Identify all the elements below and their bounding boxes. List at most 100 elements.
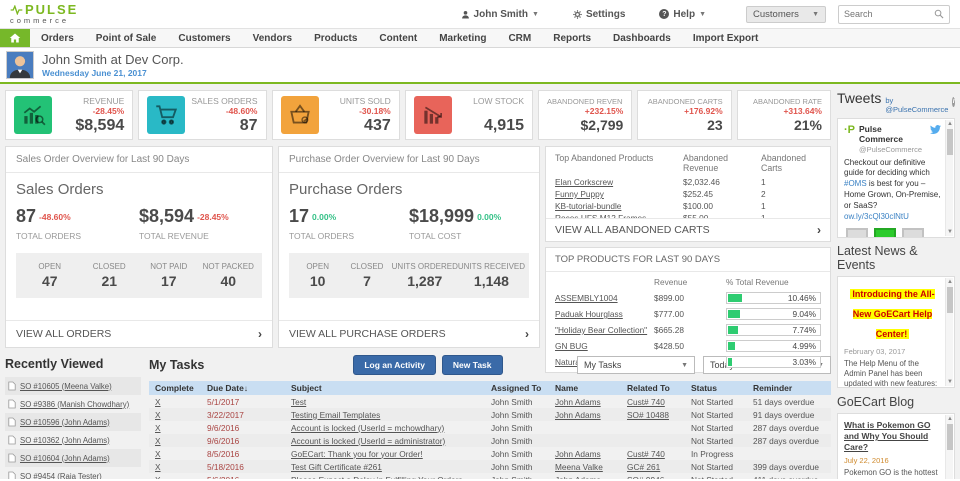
contact-name-link[interactable]: John Adams	[555, 397, 601, 407]
contact-name-link[interactable]: John Adams	[555, 475, 601, 480]
recently-viewed-link[interactable]: SO #10596 (John Adams)	[20, 418, 110, 427]
related-to-link[interactable]: GC# 261	[627, 462, 660, 472]
nav-home-tab[interactable]	[0, 29, 30, 47]
task-subject-link[interactable]: GoECart: Thank you for your Order!	[291, 449, 423, 459]
tweets-by-link[interactable]: by @PulseCommerce	[885, 96, 948, 114]
recently-viewed-item[interactable]: SO #10605 (Meena Valke)	[5, 377, 141, 395]
recently-viewed-item[interactable]: SO #10596 (John Adams)	[5, 413, 141, 431]
product-link[interactable]: KB-tutorial-bundle	[555, 201, 621, 211]
column-header-status[interactable]: Status	[685, 383, 747, 393]
related-to-link[interactable]: Cust# 740	[627, 449, 665, 459]
column-header-due-date[interactable]: Due Date↓	[201, 383, 285, 393]
view-all-orders-link[interactable]: VIEW ALL ORDERS ›	[6, 320, 272, 347]
task-subject-link[interactable]: Account is locked (UserId = administrato…	[291, 436, 445, 446]
recently-viewed-link[interactable]: SO #10362 (John Adams)	[20, 436, 110, 445]
nav-item[interactable]: CRM	[497, 33, 542, 44]
recently-viewed-item[interactable]: SO #10362 (John Adams)	[5, 431, 141, 449]
related-to-link[interactable]: SO# 10488	[627, 410, 669, 420]
scrollbar[interactable]: ▲▼	[945, 120, 953, 236]
complete-task-link[interactable]: X	[155, 449, 161, 459]
nav-item[interactable]: Point of Sale	[85, 33, 168, 44]
tweet-url-link[interactable]: ow.ly/3cQl30clNtU	[844, 212, 909, 221]
recently-viewed-link[interactable]: SO #9454 (Raja Tester)	[20, 472, 102, 480]
view-all-abandoned-carts-link[interactable]: VIEW ALL ABANDONED CARTS ›	[546, 218, 830, 241]
log-activity-button[interactable]: Log an Activity	[353, 355, 436, 375]
task-subject-link[interactable]: Testing Email Templates	[291, 410, 380, 420]
contact-name-link[interactable]: John Adams	[555, 410, 601, 420]
recently-viewed-link[interactable]: SO #9386 (Manish Chowdhary)	[20, 400, 129, 409]
scroll-down-icon[interactable]: ▼	[946, 228, 954, 236]
column-header-name[interactable]: Name	[549, 383, 621, 393]
recently-viewed-item[interactable]: SO #10604 (John Adams)	[5, 449, 141, 467]
main-nav: Orders Point of Sale Customers Vendors P…	[0, 28, 960, 48]
nav-item[interactable]: Dashboards	[602, 33, 682, 44]
product-link[interactable]: "Holiday Bear Collection"	[555, 325, 647, 335]
column-header-complete[interactable]: Complete	[149, 383, 201, 393]
recently-viewed-item[interactable]: SO #9386 (Manish Chowdhary)	[5, 395, 141, 413]
complete-task-link[interactable]: X	[155, 436, 161, 446]
related-to-link[interactable]: SO# 9946	[627, 475, 664, 480]
related-to-link[interactable]: Cust# 740	[627, 397, 665, 407]
product-link[interactable]: Paduak Hourglass	[555, 309, 623, 319]
nav-item[interactable]: Vendors	[242, 33, 303, 44]
nav-item[interactable]: Import Export	[682, 33, 770, 44]
scrollbar[interactable]: ▲▼	[945, 278, 953, 386]
scrollbar-thumb[interactable]	[947, 424, 953, 450]
search-input[interactable]	[844, 9, 934, 19]
task-subject-link[interactable]: Test	[291, 397, 306, 407]
view-all-purchase-orders-link[interactable]: VIEW ALL PURCHASE ORDERS ›	[279, 320, 539, 347]
column-header-assigned-to[interactable]: Assigned To	[485, 383, 549, 393]
twitter-icon[interactable]	[930, 125, 941, 134]
scroll-up-icon[interactable]: ▲	[946, 278, 954, 286]
task-type-select[interactable]: My Tasks ▼	[577, 356, 695, 374]
complete-task-link[interactable]: X	[155, 410, 161, 420]
bar-fill	[728, 342, 735, 350]
task-subject-link[interactable]: Account is locked (UserId = mchowdhary)	[291, 423, 444, 433]
complete-task-link[interactable]: X	[155, 462, 161, 472]
nav-item[interactable]: Customers	[167, 33, 241, 44]
info-icon[interactable]: i	[952, 97, 955, 107]
column-header-subject[interactable]: Subject	[285, 383, 485, 393]
search-scope-select[interactable]: Customers ▼	[746, 6, 826, 23]
nav-item[interactable]: Reports	[542, 33, 602, 44]
new-task-button[interactable]: New Task	[442, 355, 503, 375]
tweet-account-handle[interactable]: @PulseCommerce	[859, 145, 926, 154]
product-link[interactable]: GN BUG	[555, 341, 588, 351]
recently-viewed-link[interactable]: SO #10605 (Meena Valke)	[20, 382, 112, 391]
recently-viewed-item[interactable]: SO #9454 (Raja Tester)	[5, 467, 141, 479]
scrollbar-thumb[interactable]	[947, 287, 953, 313]
nav-item[interactable]: Products	[303, 33, 368, 44]
contact-name-link[interactable]: Meena Valke	[555, 462, 603, 472]
complete-task-link[interactable]: X	[155, 475, 161, 480]
column-header-related-to[interactable]: Related To	[621, 383, 685, 393]
help-menu[interactable]: ? Help ▼	[659, 9, 706, 20]
scroll-up-icon[interactable]: ▲	[946, 120, 954, 128]
task-subject-link[interactable]: Please Expect a Delay in Fulfilling Your…	[291, 475, 463, 480]
hashtag-link[interactable]: #OMS	[844, 179, 867, 188]
tweet-account-name[interactable]: Pulse Commerce	[859, 125, 926, 145]
product-link[interactable]: Funny Puppy	[555, 189, 604, 199]
scrollbar[interactable]: ▲▼	[945, 415, 953, 479]
scroll-up-icon[interactable]: ▲	[946, 415, 954, 423]
nav-item[interactable]: Marketing	[428, 33, 497, 44]
settings-menu[interactable]: Settings	[573, 9, 625, 20]
blog-headline-link[interactable]: What is Pokemon GO and Why You Should Ca…	[844, 420, 941, 453]
product-link[interactable]: ASSEMBLY1004	[555, 293, 618, 303]
search-scope-value: Customers	[753, 9, 799, 20]
task-subject-link[interactable]: Test Gift Certificate #261	[291, 462, 382, 472]
recently-viewed-link[interactable]: SO #10604 (John Adams)	[20, 454, 110, 463]
nav-item[interactable]: Orders	[30, 33, 85, 44]
complete-task-link[interactable]: X	[155, 423, 161, 433]
contact-name-link[interactable]: John Adams	[555, 449, 601, 459]
search-icon[interactable]	[934, 9, 944, 19]
complete-task-link[interactable]: X	[155, 397, 161, 407]
user-menu[interactable]: John Smith ▼	[461, 9, 539, 20]
product-link[interactable]: Elan Corkscrew	[555, 177, 613, 187]
column-header-reminder[interactable]: Reminder	[747, 383, 831, 393]
scroll-down-icon[interactable]: ▼	[946, 378, 954, 386]
total-orders-metric: 87-48.60% TOTAL ORDERS	[16, 206, 139, 241]
metric-label: TOTAL COST	[409, 231, 529, 241]
scrollbar-thumb[interactable]	[947, 129, 953, 155]
nav-item[interactable]: Content	[368, 33, 428, 44]
news-headline-link[interactable]: Introducing the All-New GoECart Help Cen…	[850, 289, 934, 339]
